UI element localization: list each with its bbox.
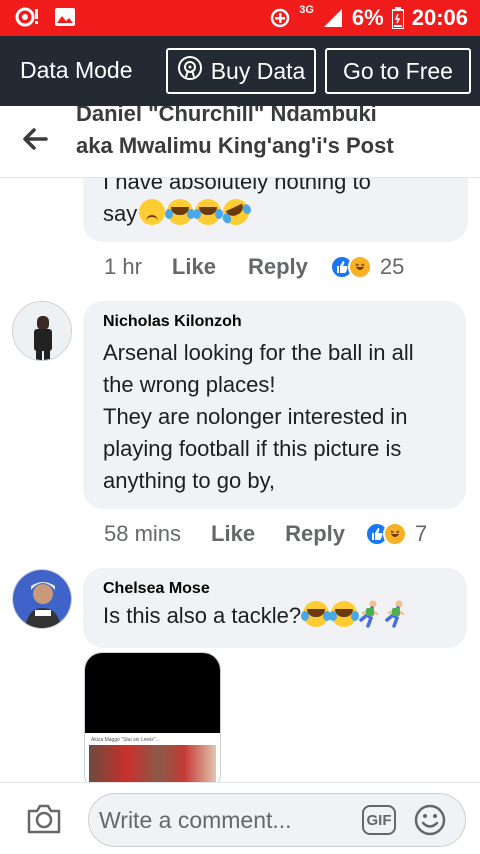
data-saver-icon — [269, 7, 291, 29]
gif-button[interactable]: GIF — [362, 805, 396, 835]
like-button[interactable]: Like — [172, 254, 216, 280]
reply-button[interactable]: Reply — [248, 254, 308, 280]
avatar[interactable] — [12, 569, 72, 629]
go-to-free-label: Go to Free — [343, 57, 453, 84]
comment-author[interactable]: Chelsea Mose — [103, 580, 447, 598]
buy-data-label: Buy Data — [210, 57, 306, 84]
notification-icon — [14, 6, 40, 28]
battery-icon — [391, 7, 404, 29]
data-mode-bar: Data Mode Buy Data Go to Free — [0, 36, 480, 106]
tears-of-joy-icon — [165, 199, 194, 225]
emoji-picker-icon[interactable] — [414, 804, 446, 836]
reply-button[interactable]: Reply — [285, 521, 345, 547]
back-arrow-icon[interactable] — [20, 124, 50, 154]
broadcast-icon — [177, 55, 203, 87]
comment-time: 1 hr — [104, 254, 142, 279]
status-bar: 3G 6% 20:06 — [0, 0, 480, 36]
buy-data-button[interactable]: Buy Data — [166, 48, 316, 94]
tears-of-joy-icon — [329, 601, 358, 627]
reactions-summary[interactable] — [329, 255, 372, 279]
comment-composer: GIF — [0, 782, 480, 854]
battery-percent: 6% — [351, 5, 384, 30]
comment-meta: 1 hr Like Reply 25 — [104, 254, 404, 280]
image-dark-area — [85, 653, 220, 733]
worried-face-icon — [139, 199, 166, 225]
comment-bubble[interactable]: Chelsea Mose Is this also a tackle? — [83, 568, 467, 648]
comment-meta: 58 mins Like Reply 7 — [104, 521, 427, 547]
comment-image-attachment[interactable]: Akiza Maggo "Stai sio Lewis"... — [84, 652, 221, 782]
camera-icon[interactable] — [26, 803, 62, 835]
comment-bubble[interactable]: Nicholas Kilonzoh Arsenal looking for th… — [83, 301, 466, 509]
comment-text: Arsenal looking for the ball in all the … — [103, 340, 414, 493]
comment-text-end: say — [103, 201, 138, 226]
rolling-laughing-icon — [218, 194, 254, 230]
tears-of-joy-icon — [301, 601, 330, 627]
comments-list: I have absolutely nothing to say 1 hr Li… — [0, 178, 480, 782]
post-header: Daniel "Churchill" Ndambuki aka Mwalimu … — [0, 106, 480, 178]
like-button[interactable]: Like — [211, 521, 255, 547]
comment-text: I have absolutely nothing to — [103, 178, 371, 194]
tears-of-joy-icon — [193, 199, 222, 225]
comment-input[interactable] — [88, 793, 466, 847]
data-mode-title: Data Mode — [20, 57, 133, 83]
image-icon — [54, 7, 76, 27]
comment-bubble[interactable]: I have absolutely nothing to say — [83, 178, 468, 242]
runner-icon — [385, 600, 405, 628]
go-to-free-button[interactable]: Go to Free — [325, 48, 471, 94]
reaction-count: 25 — [379, 254, 405, 279]
clock: 20:06 — [411, 5, 468, 30]
haha-reaction-icon — [383, 522, 407, 546]
comment-time: 58 mins — [104, 521, 182, 546]
comment-author[interactable]: Nicholas Kilonzoh — [103, 313, 446, 331]
football-photo — [89, 745, 216, 782]
image-caption: Akiza Maggo "Stai sio Lewis"... — [91, 737, 160, 743]
network-type: 3G — [299, 4, 314, 16]
page-title: Daniel "Churchill" Ndambuki aka Mwalimu … — [76, 106, 394, 158]
avatar[interactable] — [12, 301, 72, 361]
reaction-count: 7 — [415, 521, 428, 546]
signal-icon — [322, 7, 344, 29]
runner-icon — [359, 600, 379, 628]
reactions-summary[interactable] — [365, 522, 407, 546]
haha-reaction-icon — [347, 255, 372, 279]
comment-text: Is this also a tackle? — [103, 603, 302, 628]
